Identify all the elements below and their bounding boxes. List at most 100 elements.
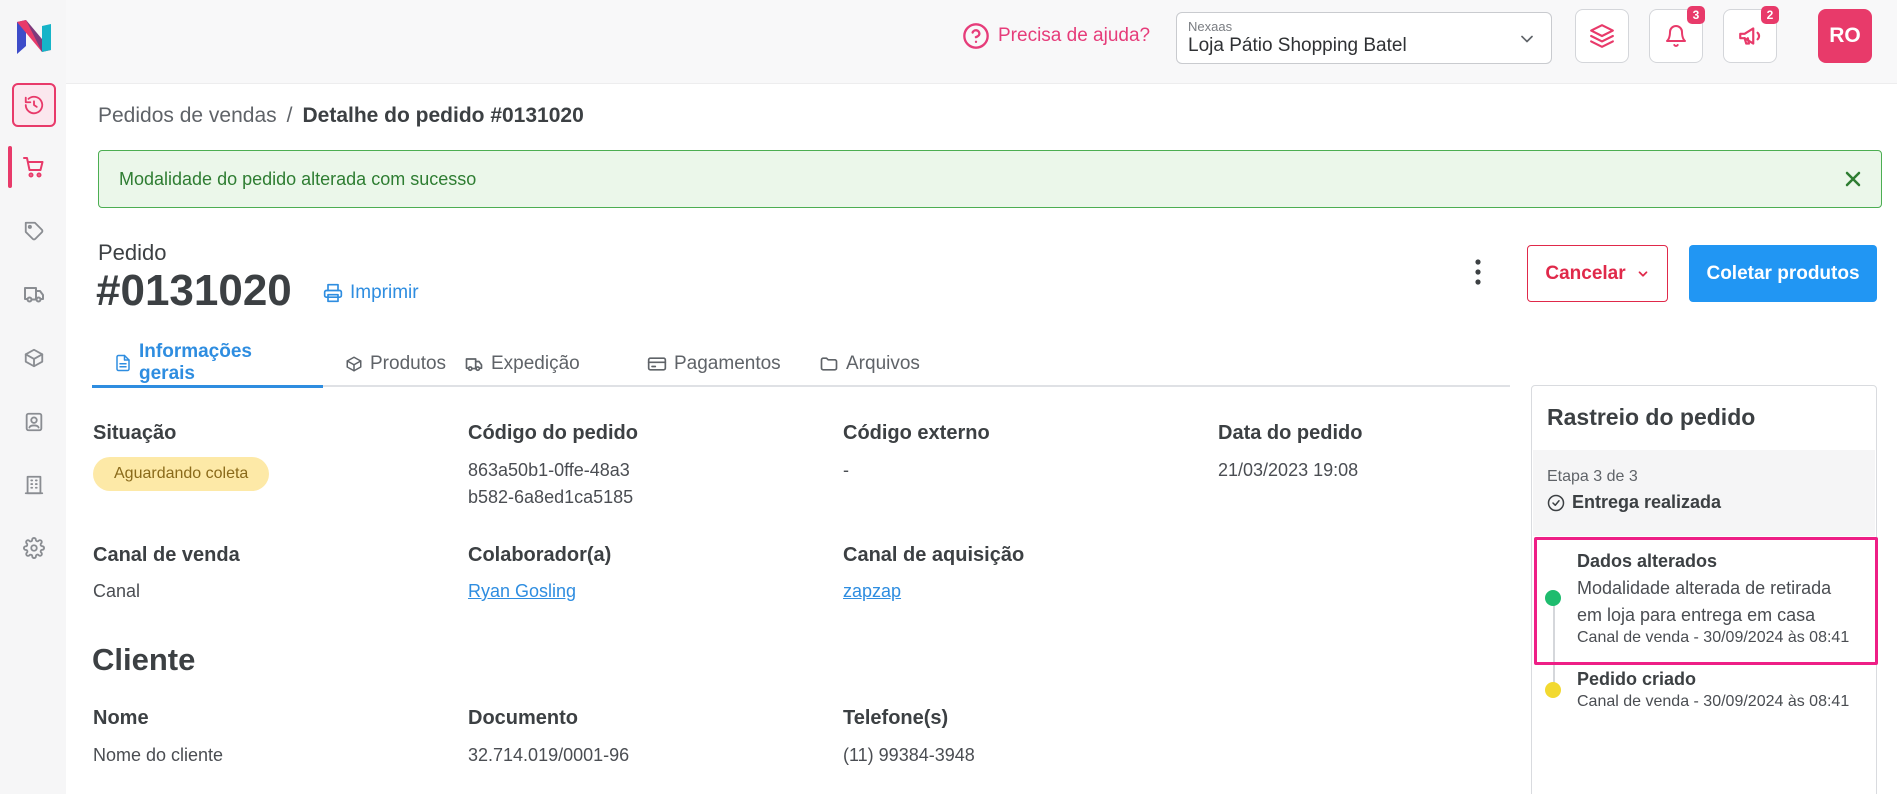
collect-products-button[interactable]: Coletar produtos [1689, 245, 1877, 302]
kebab-menu-icon [1475, 259, 1481, 285]
tracking-step-summary: Etapa 3 de 3 Entrega realizada [1533, 450, 1875, 536]
order-label: Pedido [98, 240, 167, 265]
print-button[interactable]: Imprimir [323, 282, 419, 304]
help-circle-icon [962, 22, 990, 50]
announcements-button[interactable]: 2 [1723, 6, 1779, 63]
notifications-badge: 3 [1687, 6, 1705, 24]
tracking-title: Rastreio do pedido [1547, 404, 1756, 430]
tracking-step-status: Entrega realizada [1547, 492, 1721, 513]
credit-card-icon [647, 354, 667, 374]
event-title: Dados alterados [1577, 551, 1718, 571]
help-label: Precisa de ajuda? [998, 25, 1151, 46]
print-label: Imprimir [350, 282, 419, 303]
order-number: #0131020 [96, 266, 292, 315]
status-badge: Aguardando coleta [93, 457, 270, 491]
chevron-down-icon [1636, 267, 1650, 281]
event-meta: Canal de venda - 30/09/2024 às 08:41 [1577, 629, 1850, 646]
cancel-button[interactable]: Cancelar [1527, 245, 1668, 302]
printer-icon [323, 283, 343, 303]
client-name-value: Nome do cliente [93, 745, 224, 765]
order-code-label: Código do pedido [468, 422, 638, 444]
layers-button[interactable] [1575, 9, 1629, 63]
client-document-label: Documento [468, 707, 578, 729]
tab-label: Pagamentos [674, 352, 781, 374]
tab-payments[interactable]: Pagamentos [625, 340, 803, 387]
order-date-label: Data do pedido [1218, 422, 1363, 444]
sidebar-item-inventory[interactable] [12, 336, 56, 380]
contact-card-icon [23, 411, 45, 433]
sidebar-item-orders[interactable] [12, 145, 56, 189]
sidebar-item-stores[interactable] [12, 463, 56, 507]
user-avatar[interactable]: RO [1818, 9, 1872, 63]
tab-label: Expedição [491, 352, 580, 374]
truck-icon [22, 282, 46, 306]
collaborator-link[interactable]: Ryan Gosling [468, 578, 576, 605]
order-date-value: 21/03/2023 19:08 [1218, 460, 1359, 480]
client-section-title: Cliente [92, 642, 196, 677]
close-icon[interactable] [1841, 167, 1865, 191]
chevron-down-icon [1517, 29, 1537, 49]
external-code-value: - [843, 460, 849, 480]
tracking-step-status-label: Entrega realizada [1572, 492, 1722, 512]
acquisition-channel-label: Canal de aquisição [843, 544, 1025, 566]
tab-label: Informações gerais [139, 340, 252, 384]
tab-label: Produtos [370, 352, 447, 374]
situacao-label: Situação [93, 422, 177, 444]
breadcrumb-current: Detalhe do pedido #0131020 [302, 104, 584, 127]
layers-icon [1589, 23, 1615, 49]
notifications-button[interactable]: 3 [1649, 6, 1705, 63]
box-icon [23, 347, 45, 369]
megaphone-icon [1737, 23, 1763, 49]
tracking-step-count: Etapa 3 de 3 [1547, 468, 1638, 485]
history-icon [23, 94, 45, 116]
bell-icon [1664, 24, 1688, 48]
client-phone-label: Telefone(s) [843, 707, 949, 729]
order-tabs: Informações gerais Produtos Expedição Pa… [92, 340, 1510, 388]
event-description-line1: Modalidade alterada de retirada [1577, 578, 1832, 598]
more-options-button[interactable] [1466, 254, 1490, 290]
timeline-dot-green [1545, 590, 1561, 606]
tab-files[interactable]: Arquivos [797, 340, 942, 387]
breadcrumb-parent-link[interactable]: Pedidos de vendas [98, 104, 277, 128]
event-title: Pedido criado [1577, 669, 1697, 689]
store-select-value: Loja Pátio Shopping Batel [1188, 35, 1407, 56]
sidebar-item-history[interactable] [12, 83, 56, 127]
help-link[interactable]: Precisa de ajuda? [962, 20, 1150, 52]
store-select-label: Nexaas [1188, 19, 1233, 34]
folder-icon [819, 354, 839, 374]
sales-channel-label: Canal de venda [93, 544, 240, 566]
sidebar-item-products[interactable] [12, 209, 56, 253]
top-bar: Precisa de ajuda? Nexaas Loja Pátio Shop… [66, 0, 1897, 84]
collaborator-label: Colaborador(a) [468, 544, 612, 566]
tab-shipping[interactable]: Expedição [442, 340, 602, 387]
gear-icon [23, 537, 45, 559]
check-circle-icon [1547, 494, 1565, 512]
sidebar-item-settings[interactable] [12, 526, 56, 570]
event-meta: Canal de venda - 30/09/2024 às 08:41 [1577, 693, 1850, 710]
alert-message: Modalidade do pedido alterada com sucess… [119, 169, 477, 189]
building-icon [23, 474, 45, 496]
cancel-label: Cancelar [1545, 262, 1626, 284]
sales-channel-value: Canal [93, 581, 141, 601]
store-select[interactable]: Nexaas Loja Pátio Shopping Batel [1176, 12, 1552, 64]
announcements-badge: 2 [1761, 6, 1779, 24]
client-name-label: Nome [93, 707, 149, 729]
document-icon [114, 354, 132, 372]
external-code-label: Código externo [843, 422, 990, 444]
success-alert: Modalidade do pedido alterada com sucess… [98, 150, 1882, 208]
nexaas-logo[interactable] [14, 16, 54, 56]
breadcrumb: Pedidos de vendas / Detalhe do pedido #0… [98, 104, 584, 128]
sidebar-item-customers[interactable] [12, 400, 56, 444]
client-phone-value: (11) 99384-3948 [843, 745, 975, 765]
cart-icon [22, 155, 46, 179]
tab-label: Arquivos [846, 352, 920, 374]
order-code-line2: b582-6a8ed1ca5185 [468, 487, 634, 507]
tab-general-info[interactable]: Informações gerais [92, 340, 323, 388]
breadcrumb-separator: / [286, 104, 293, 127]
acquisition-channel-link[interactable]: zapzap [843, 578, 901, 605]
tag-icon [23, 220, 45, 242]
order-code-line1: 863a50b1-0ffe-48a3 [468, 460, 630, 480]
truck-icon [464, 354, 484, 374]
sidebar [0, 0, 66, 794]
sidebar-item-shipping[interactable] [12, 272, 56, 316]
